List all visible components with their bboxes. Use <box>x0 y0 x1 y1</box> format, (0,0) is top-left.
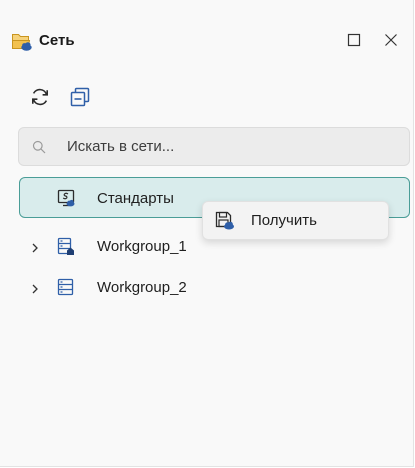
collapse-all-icon[interactable] <box>69 86 91 108</box>
tree-item-label: Workgroup_2 <box>97 279 187 296</box>
search-icon <box>32 140 46 154</box>
shared-workgroup-icon <box>56 236 76 256</box>
menu-item-label: Получить <box>251 212 317 229</box>
panel-titlebar: Сеть <box>0 0 414 66</box>
search-box <box>18 127 410 166</box>
context-menu: Получить <box>202 201 389 240</box>
chevron-right-icon[interactable] <box>29 241 41 253</box>
network-folder-icon <box>11 30 33 52</box>
get-icon <box>213 209 235 231</box>
network-panel: Сеть Искать в сети... Стандарты Workgrou… <box>0 0 414 467</box>
tree-item-workgroup-2[interactable]: Workgroup_2 <box>0 267 414 309</box>
chevron-right-icon[interactable] <box>29 282 41 294</box>
panel-title: Сеть <box>39 32 75 49</box>
close-icon[interactable] <box>382 31 400 49</box>
menu-item-get[interactable]: Получить <box>203 202 388 239</box>
workgroup-icon <box>56 277 76 297</box>
panel-toolbar <box>0 80 414 114</box>
refresh-icon[interactable] <box>29 86 51 108</box>
tree-item-label: Workgroup_1 <box>97 238 187 255</box>
tree-item-label: Стандарты <box>97 190 174 207</box>
standards-icon <box>56 188 76 208</box>
search-input[interactable] <box>67 128 397 165</box>
maximize-icon[interactable] <box>345 31 363 49</box>
